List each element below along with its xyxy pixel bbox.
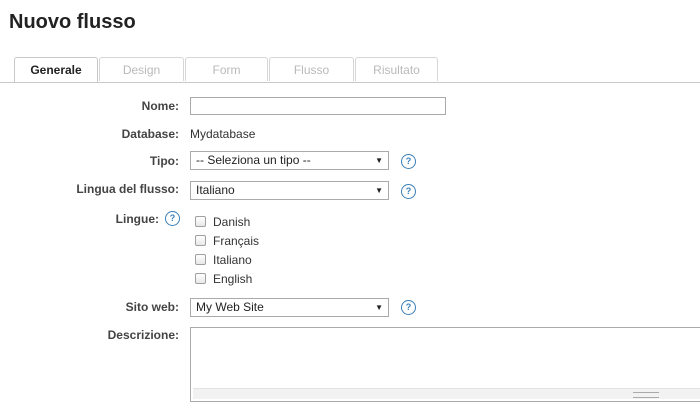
dropdown-arrow-icon: ▼ bbox=[375, 186, 383, 195]
help-question-icon[interactable]: ? bbox=[165, 211, 180, 226]
page-title: Nuovo flusso bbox=[9, 11, 136, 33]
tipo-label: Tipo: bbox=[149, 154, 179, 168]
horizontal-scrollbar[interactable] bbox=[193, 388, 700, 399]
dropdown-arrow-icon: ▼ bbox=[375, 156, 383, 165]
sito-web-selected-value: My Web Site bbox=[196, 300, 264, 314]
checkbox-label: Danish bbox=[213, 215, 251, 229]
descrizione-textarea[interactable] bbox=[190, 327, 700, 402]
tab-bar: Generale Design Form Flusso Risultato bbox=[0, 57, 700, 83]
checkbox[interactable] bbox=[195, 216, 206, 227]
checkbox[interactable] bbox=[195, 254, 206, 265]
checkbox-label: Français bbox=[213, 234, 260, 248]
descrizione-label: Descrizione: bbox=[107, 328, 179, 342]
grip-icon[interactable] bbox=[633, 392, 659, 398]
help-question-icon[interactable]: ? bbox=[401, 154, 416, 169]
help-question-icon[interactable]: ? bbox=[401, 184, 416, 199]
checkbox-label: English bbox=[213, 272, 253, 286]
lingua-flusso-select[interactable]: Italiano ▼ bbox=[190, 181, 389, 200]
sito-web-select[interactable]: My Web Site ▼ bbox=[190, 298, 389, 317]
tipo-selected-value: -- Seleziona un tipo -- bbox=[196, 153, 311, 167]
database-value: Mydatabase bbox=[190, 127, 256, 141]
lingue-label: Lingue: bbox=[115, 212, 159, 226]
help-question-icon[interactable]: ? bbox=[401, 300, 416, 315]
checkbox[interactable] bbox=[195, 273, 206, 284]
lingua-flusso-label: Lingua del flusso: bbox=[76, 182, 179, 196]
tab-form[interactable]: Form bbox=[185, 57, 268, 81]
sito-web-label: Sito web: bbox=[125, 300, 179, 314]
checkbox-label: Italiano bbox=[213, 253, 252, 267]
dropdown-arrow-icon: ▼ bbox=[375, 303, 383, 312]
nome-label: Nome: bbox=[141, 99, 179, 113]
tipo-select[interactable]: -- Seleziona un tipo -- ▼ bbox=[190, 151, 389, 170]
checkbox[interactable] bbox=[195, 235, 206, 246]
lingua-flusso-selected-value: Italiano bbox=[196, 183, 235, 197]
tab-design[interactable]: Design bbox=[99, 57, 184, 81]
tab-generale[interactable]: Generale bbox=[14, 57, 98, 82]
nome-input[interactable] bbox=[190, 97, 446, 115]
database-label: Database: bbox=[121, 127, 179, 141]
tab-flusso[interactable]: Flusso bbox=[269, 57, 354, 81]
tab-risultato[interactable]: Risultato bbox=[355, 57, 438, 81]
